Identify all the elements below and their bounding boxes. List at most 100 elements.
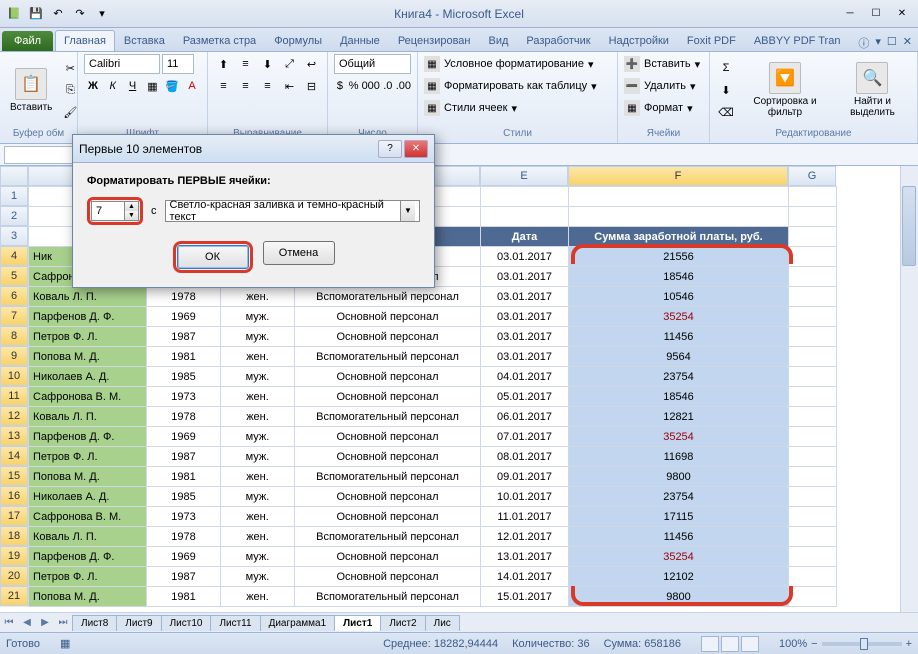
close-workbook-icon[interactable]: ✕ xyxy=(903,35,912,51)
sheet-nav-next-icon[interactable]: ▶ xyxy=(36,617,54,628)
cell-F11[interactable]: 18546 xyxy=(569,387,789,407)
cell-D18[interactable]: Вспомогательный персонал xyxy=(295,527,481,547)
row-header-14[interactable]: 14 xyxy=(0,446,28,466)
cell-B18[interactable]: 1978 xyxy=(147,527,221,547)
qat-more-icon[interactable]: ▾ xyxy=(92,4,112,24)
redo-icon[interactable]: ↷ xyxy=(70,4,90,24)
cell-F20[interactable]: 12102 xyxy=(569,567,789,587)
cell-G4[interactable] xyxy=(789,247,837,267)
cell-B12[interactable]: 1978 xyxy=(147,407,221,427)
bold-icon[interactable]: Ж xyxy=(84,76,102,96)
cell-E9[interactable]: 03.01.2017 xyxy=(481,347,569,367)
cell-B10[interactable]: 1985 xyxy=(147,367,221,387)
cell-G1[interactable] xyxy=(789,187,837,207)
conditional-formatting-button[interactable]: ▦Условное форматирование ▾ xyxy=(424,54,593,74)
align-bot-icon[interactable]: ⬇ xyxy=(258,54,278,74)
ribbon-tab-5[interactable]: Рецензирован xyxy=(389,30,480,51)
align-mid-icon[interactable]: ≡ xyxy=(236,54,256,74)
cell-E7[interactable]: 03.01.2017 xyxy=(481,307,569,327)
select-all-corner[interactable] xyxy=(0,166,28,186)
minimize-icon[interactable]: ─ xyxy=(838,5,862,23)
zoom-slider[interactable] xyxy=(822,642,902,646)
inc-decimal-icon[interactable]: .0 xyxy=(382,76,394,96)
cell-E3[interactable]: Дата xyxy=(481,227,569,247)
cell-F1[interactable] xyxy=(569,187,789,207)
view-break-icon[interactable] xyxy=(741,636,759,652)
underline-icon[interactable]: Ч xyxy=(124,76,142,96)
cell-D19[interactable]: Основной персонал xyxy=(295,547,481,567)
cell-G15[interactable] xyxy=(789,467,837,487)
sheet-tab-Лист8[interactable]: Лист8 xyxy=(72,615,117,631)
cell-D14[interactable]: Основной персонал xyxy=(295,447,481,467)
cell-F10[interactable]: 23754 xyxy=(569,367,789,387)
ribbon-tab-9[interactable]: Foxit PDF xyxy=(678,30,745,51)
cell-B7[interactable]: 1969 xyxy=(147,307,221,327)
dec-decimal-icon[interactable]: .00 xyxy=(396,76,411,96)
paste-button[interactable]: 📋 Вставить xyxy=(6,66,56,115)
cell-E14[interactable]: 08.01.2017 xyxy=(481,447,569,467)
cell-D6[interactable]: Вспомогательный персонал xyxy=(295,287,481,307)
cell-F6[interactable]: 10546 xyxy=(569,287,789,307)
border-icon[interactable]: ▦ xyxy=(143,76,161,96)
cell-E16[interactable]: 10.01.2017 xyxy=(481,487,569,507)
cell-A19[interactable]: Парфенов Д. Ф. xyxy=(29,547,147,567)
cell-F5[interactable]: 18546 xyxy=(569,267,789,287)
cell-G6[interactable] xyxy=(789,287,837,307)
ribbon-tab-6[interactable]: Вид xyxy=(480,30,518,51)
cell-G7[interactable] xyxy=(789,307,837,327)
cell-C21[interactable]: жен. xyxy=(221,587,295,607)
save-icon[interactable]: 💾 xyxy=(26,4,46,24)
cell-D13[interactable]: Основной персонал xyxy=(295,427,481,447)
row-header-12[interactable]: 12 xyxy=(0,406,28,426)
cell-C14[interactable]: муж. xyxy=(221,447,295,467)
cell-D20[interactable]: Основной персонал xyxy=(295,567,481,587)
ribbon-tab-3[interactable]: Формулы xyxy=(265,30,331,51)
cell-E6[interactable]: 03.01.2017 xyxy=(481,287,569,307)
help-icon[interactable]: ⓘ xyxy=(858,35,869,51)
cell-A6[interactable]: Коваль Л. П. xyxy=(29,287,147,307)
cell-D8[interactable]: Основной персонал xyxy=(295,327,481,347)
ribbon-tab-4[interactable]: Данные xyxy=(331,30,389,51)
cell-C11[interactable]: жен. xyxy=(221,387,295,407)
delete-cells-button[interactable]: ➖Удалить ▾ xyxy=(624,76,696,96)
cell-D15[interactable]: Вспомогательный персонал xyxy=(295,467,481,487)
row-header-8[interactable]: 8 xyxy=(0,326,28,346)
row-header-9[interactable]: 9 xyxy=(0,346,28,366)
cell-F2[interactable] xyxy=(569,207,789,227)
cell-G16[interactable] xyxy=(789,487,837,507)
undo-icon[interactable]: ↶ xyxy=(48,4,68,24)
zoom-in-icon[interactable]: + xyxy=(906,638,912,650)
row-header-19[interactable]: 19 xyxy=(0,546,28,566)
fill-icon[interactable]: ⬇ xyxy=(716,80,736,100)
sheet-nav-first-icon[interactable]: ⏮ xyxy=(0,617,18,628)
cell-C9[interactable]: жен. xyxy=(221,347,295,367)
align-center-icon[interactable]: ≡ xyxy=(236,76,256,96)
cell-E2[interactable] xyxy=(481,207,569,227)
col-header-G[interactable]: G xyxy=(788,166,836,186)
cell-A13[interactable]: Парфенов Д. Ф. xyxy=(29,427,147,447)
cell-A12[interactable]: Коваль Л. П. xyxy=(29,407,147,427)
cell-C12[interactable]: жен. xyxy=(221,407,295,427)
ribbon-tab-10[interactable]: ABBYY PDF Tran xyxy=(745,30,850,51)
merge-icon[interactable]: ⊟ xyxy=(302,76,322,96)
find-select-button[interactable]: 🔍 Найти и выделить xyxy=(834,60,911,120)
cell-G20[interactable] xyxy=(789,567,837,587)
cell-C8[interactable]: муж. xyxy=(221,327,295,347)
cell-A8[interactable]: Петров Ф. Л. xyxy=(29,327,147,347)
align-top-icon[interactable]: ⬆ xyxy=(214,54,234,74)
cell-C19[interactable]: муж. xyxy=(221,547,295,567)
sheet-tab-Лист9[interactable]: Лист9 xyxy=(116,615,161,631)
cell-G9[interactable] xyxy=(789,347,837,367)
cell-F16[interactable]: 23754 xyxy=(569,487,789,507)
cell-B20[interactable]: 1987 xyxy=(147,567,221,587)
cell-G5[interactable] xyxy=(789,267,837,287)
format-combo[interactable]: Светло-красная заливка и темно-красный т… xyxy=(165,200,421,222)
cell-G11[interactable] xyxy=(789,387,837,407)
percent-icon[interactable]: % xyxy=(348,76,360,96)
cell-A20[interactable]: Петров Ф. Л. xyxy=(29,567,147,587)
cell-A10[interactable]: Николаев А. Д. xyxy=(29,367,147,387)
cell-B16[interactable]: 1985 xyxy=(147,487,221,507)
cell-G3[interactable] xyxy=(789,227,837,247)
cell-E10[interactable]: 04.01.2017 xyxy=(481,367,569,387)
cell-G14[interactable] xyxy=(789,447,837,467)
